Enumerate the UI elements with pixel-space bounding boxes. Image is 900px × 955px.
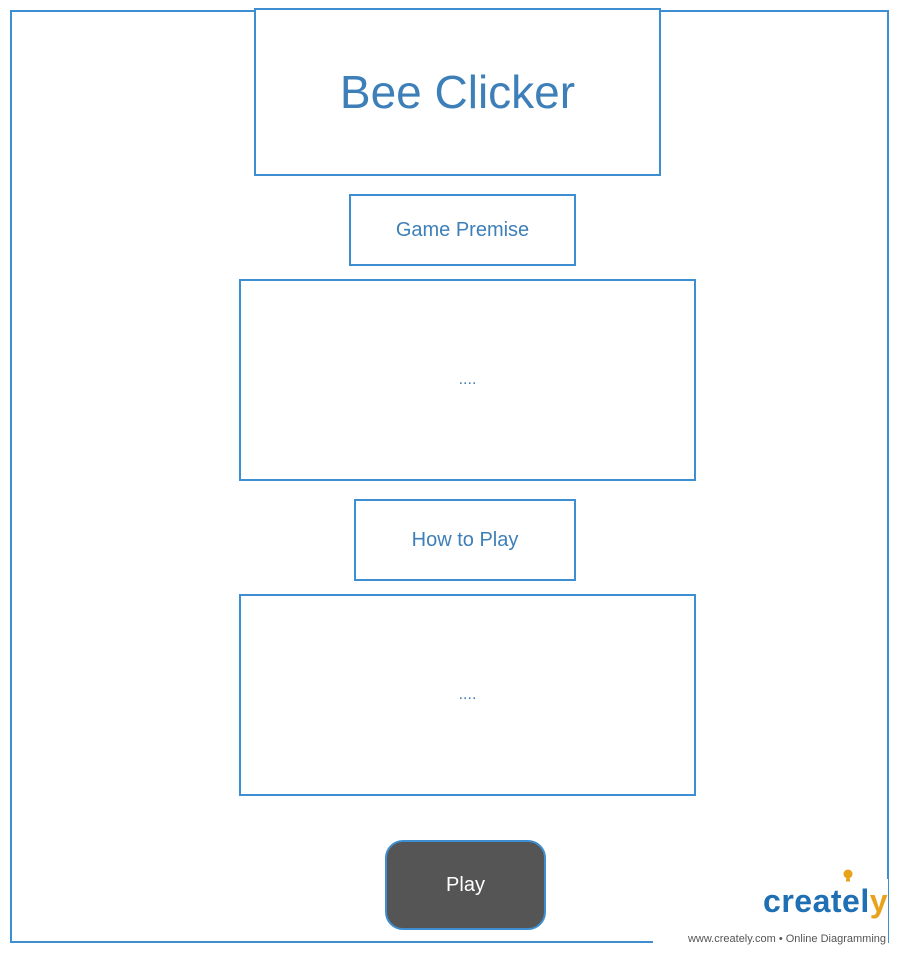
premise-content-box: ....: [239, 279, 696, 481]
play-button[interactable]: Play: [385, 840, 546, 930]
title-box: Bee Clicker: [254, 8, 661, 176]
creately-logo: creately: [763, 883, 888, 919]
play-button-label: Play: [446, 873, 485, 896]
lightbulb-icon: [843, 869, 853, 882]
how-to-play-content: ....: [458, 686, 477, 703]
how-to-play-header: How to Play: [411, 528, 519, 551]
game-title: Bee Clicker: [339, 66, 576, 118]
how-to-play-content-box: ....: [239, 594, 696, 796]
creately-watermark: creately www.creately.com • Online Diagr…: [653, 869, 888, 947]
premise-header: Game Premise: [395, 218, 530, 241]
how-to-play-header-box: How to Play: [354, 499, 576, 581]
watermark-tagline: www.creately.com • Online Diagramming: [687, 933, 886, 945]
premise-header-box: Game Premise: [349, 194, 576, 266]
premise-content: ....: [458, 371, 477, 388]
